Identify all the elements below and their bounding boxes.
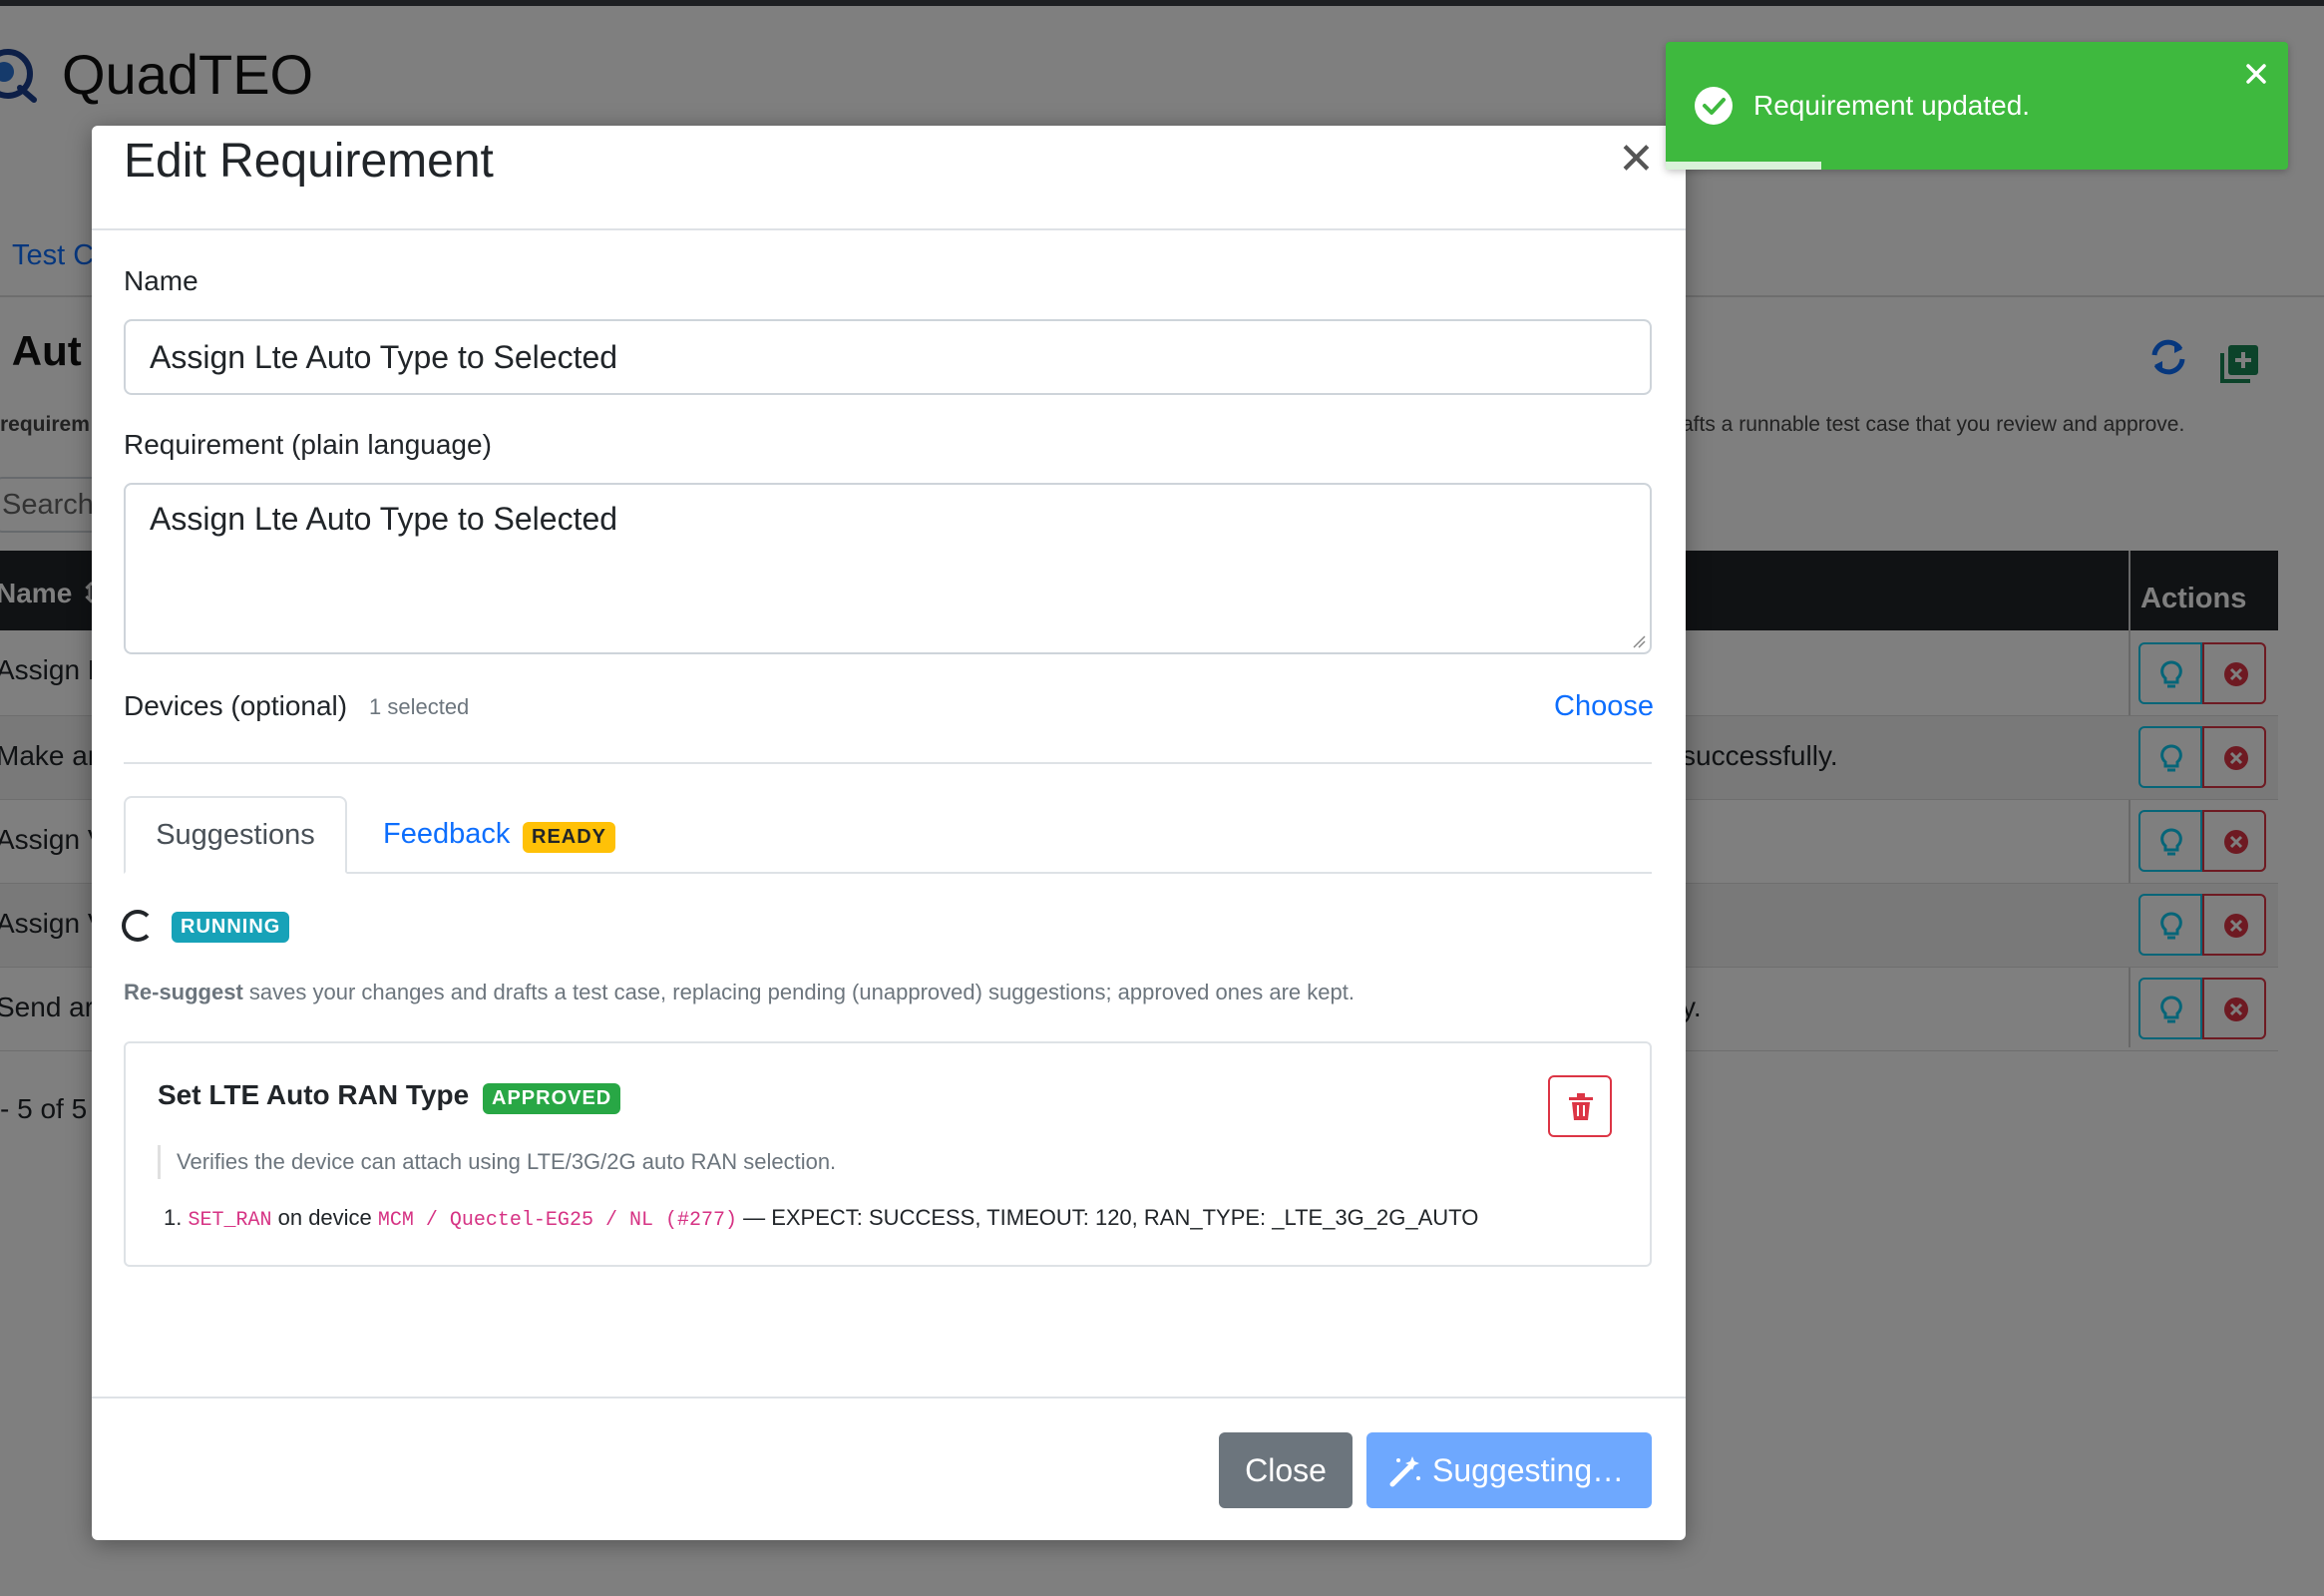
modal-header-divider xyxy=(92,228,1686,230)
step-command: SET_RAN xyxy=(188,1209,272,1232)
choose-devices-link[interactable]: Choose xyxy=(1554,690,1654,723)
loading-spinner-icon xyxy=(122,910,154,942)
requirement-label: Requirement (plain language) xyxy=(124,429,492,460)
close-icon[interactable]: ✕ xyxy=(1618,134,1655,185)
section-divider xyxy=(124,762,1652,764)
feedback-status-badge: READY xyxy=(523,822,616,853)
toast-message: Requirement updated. xyxy=(1753,90,2031,121)
tab-feedback[interactable]: Feedback xyxy=(383,818,510,851)
step-number: 1. xyxy=(164,1205,183,1230)
devices-label: Devices (optional) xyxy=(124,690,348,721)
trash-icon xyxy=(1569,1093,1593,1120)
magic-wand-icon xyxy=(1389,1456,1420,1487)
check-circle-icon xyxy=(1695,87,1733,125)
resize-handle-icon[interactable] xyxy=(1632,634,1646,648)
devices-selected-count: 1 selected xyxy=(369,694,470,719)
suggest-button-label: Suggesting… xyxy=(1432,1452,1625,1488)
step-params: — EXPECT: SUCCESS, TIMEOUT: 120, RAN_TYP… xyxy=(736,1205,1479,1230)
close-button[interactable]: Close xyxy=(1219,1432,1353,1508)
suggestion-card: Set LTE Auto RAN Type Verifies the devic… xyxy=(124,1041,1652,1267)
resuggest-hint: Re-suggest saves your changes and drafts… xyxy=(124,980,1355,1005)
close-icon[interactable] xyxy=(2244,62,2268,86)
name-input[interactable]: Assign Lte Auto Type to Selected xyxy=(124,319,1652,395)
tab-suggestions[interactable]: Suggestions xyxy=(124,796,347,874)
step-device: MCM / Quectel-EG25 / NL (#277) xyxy=(377,1209,737,1232)
delete-suggestion-button[interactable] xyxy=(1548,1075,1612,1137)
suggestion-title: Set LTE Auto RAN Type xyxy=(158,1079,470,1110)
suggestion-step: 1. SET_RAN on device MCM / Quectel-EG25 … xyxy=(164,1205,1478,1232)
edit-requirement-modal: Edit Requirement ✕ Name Assign Lte Auto … xyxy=(92,126,1686,1540)
success-toast: Requirement updated. xyxy=(1666,42,2288,170)
tabs-baseline xyxy=(124,872,1652,874)
approved-badge: APPROVED xyxy=(483,1083,621,1114)
suggest-button[interactable]: Suggesting… xyxy=(1366,1432,1652,1508)
hint-bold: Re-suggest xyxy=(124,980,243,1004)
toast-progress-bar xyxy=(1666,162,2288,170)
modal-title: Edit Requirement xyxy=(124,135,494,188)
modal-footer-divider xyxy=(92,1396,1686,1398)
running-status-badge: RUNNING xyxy=(172,912,290,943)
requirement-textarea[interactable]: Assign Lte Auto Type to Selected xyxy=(124,483,1652,654)
requirement-text: Assign Lte Auto Type to Selected xyxy=(150,501,618,537)
toast-progress-fill xyxy=(1666,162,1821,170)
suggestion-description: Verifies the device can attach using LTE… xyxy=(158,1145,836,1179)
hint-text: saves your changes and drafts a test cas… xyxy=(242,980,1355,1004)
step-on-device: on device xyxy=(271,1205,378,1230)
name-label: Name xyxy=(124,265,198,296)
